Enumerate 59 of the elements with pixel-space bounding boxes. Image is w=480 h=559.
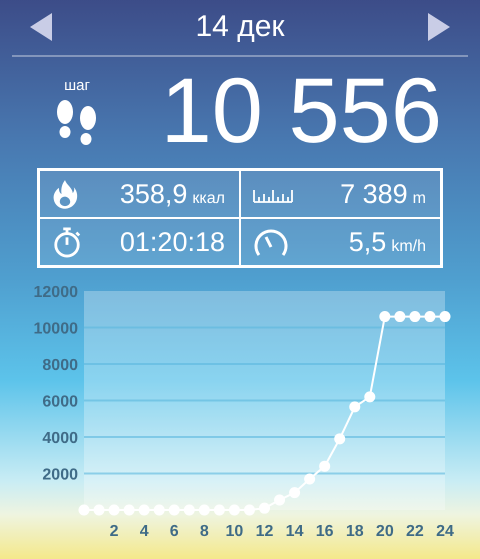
data-point: [259, 502, 270, 514]
data-point: [334, 433, 346, 444]
stopwatch-icon: [52, 226, 82, 258]
y-axis-label: 4000: [42, 430, 78, 447]
data-point: [138, 504, 150, 516]
previous-arrow[interactable]: [30, 13, 52, 42]
data-point: [198, 504, 210, 516]
data-point: [349, 401, 360, 412]
data-point: [364, 391, 376, 402]
x-axis-label: 10: [226, 523, 244, 540]
speedometer-icon: [253, 227, 289, 257]
data-point: [94, 504, 105, 516]
data-point: [379, 311, 390, 322]
next-arrow[interactable]: [428, 13, 450, 42]
data-point: [289, 487, 300, 498]
data-point: [424, 311, 436, 322]
stat-value: 5,5: [348, 226, 386, 258]
x-axis-label: 22: [406, 523, 424, 540]
flame-icon: [52, 179, 78, 209]
x-axis-label: 12: [256, 523, 274, 540]
data-point: [409, 311, 420, 322]
x-axis-label: 14: [286, 523, 304, 540]
x-axis-label: 20: [376, 523, 394, 540]
x-axis-label: 8: [200, 523, 209, 540]
data-point: [304, 473, 316, 484]
y-axis-label: 6000: [42, 394, 78, 410]
x-axis-label: 18: [346, 523, 364, 540]
data-point: [184, 504, 195, 516]
y-axis-label: 8000: [42, 357, 78, 374]
stat-unit: ккал: [192, 190, 225, 208]
stat-unit: m: [412, 190, 426, 208]
data-point: [394, 311, 406, 322]
data-point: [319, 460, 330, 472]
stat-value: 01:20:18: [120, 226, 225, 258]
data-point: [168, 504, 180, 516]
x-axis-label: 16: [316, 523, 334, 540]
y-axis-label: 2000: [42, 466, 78, 484]
data-point: [154, 504, 165, 516]
data-point: [440, 311, 450, 322]
data-point: [244, 504, 255, 516]
x-axis-label: 24: [436, 523, 454, 540]
data-point: [124, 504, 135, 516]
stat-unit: km/h: [391, 238, 426, 256]
data-point: [214, 504, 225, 516]
y-axis-label: 10000: [34, 320, 78, 338]
stat-value: 358,9: [120, 178, 188, 210]
footprints-icon: [55, 100, 99, 146]
step-count: 10 556: [160, 65, 442, 158]
x-axis-label: 4: [140, 523, 149, 540]
data-point: [274, 494, 286, 506]
y-axis-label: 12000: [34, 284, 78, 301]
x-axis-label: 2: [110, 523, 119, 540]
steps-unit: шаг: [64, 76, 90, 94]
data-point: [78, 504, 90, 516]
x-axis-label: 6: [170, 523, 179, 540]
date-title: 14 дек: [195, 10, 285, 44]
data-point: [108, 504, 120, 516]
stat-value: 7 389: [340, 178, 408, 210]
data-point: [228, 504, 240, 516]
